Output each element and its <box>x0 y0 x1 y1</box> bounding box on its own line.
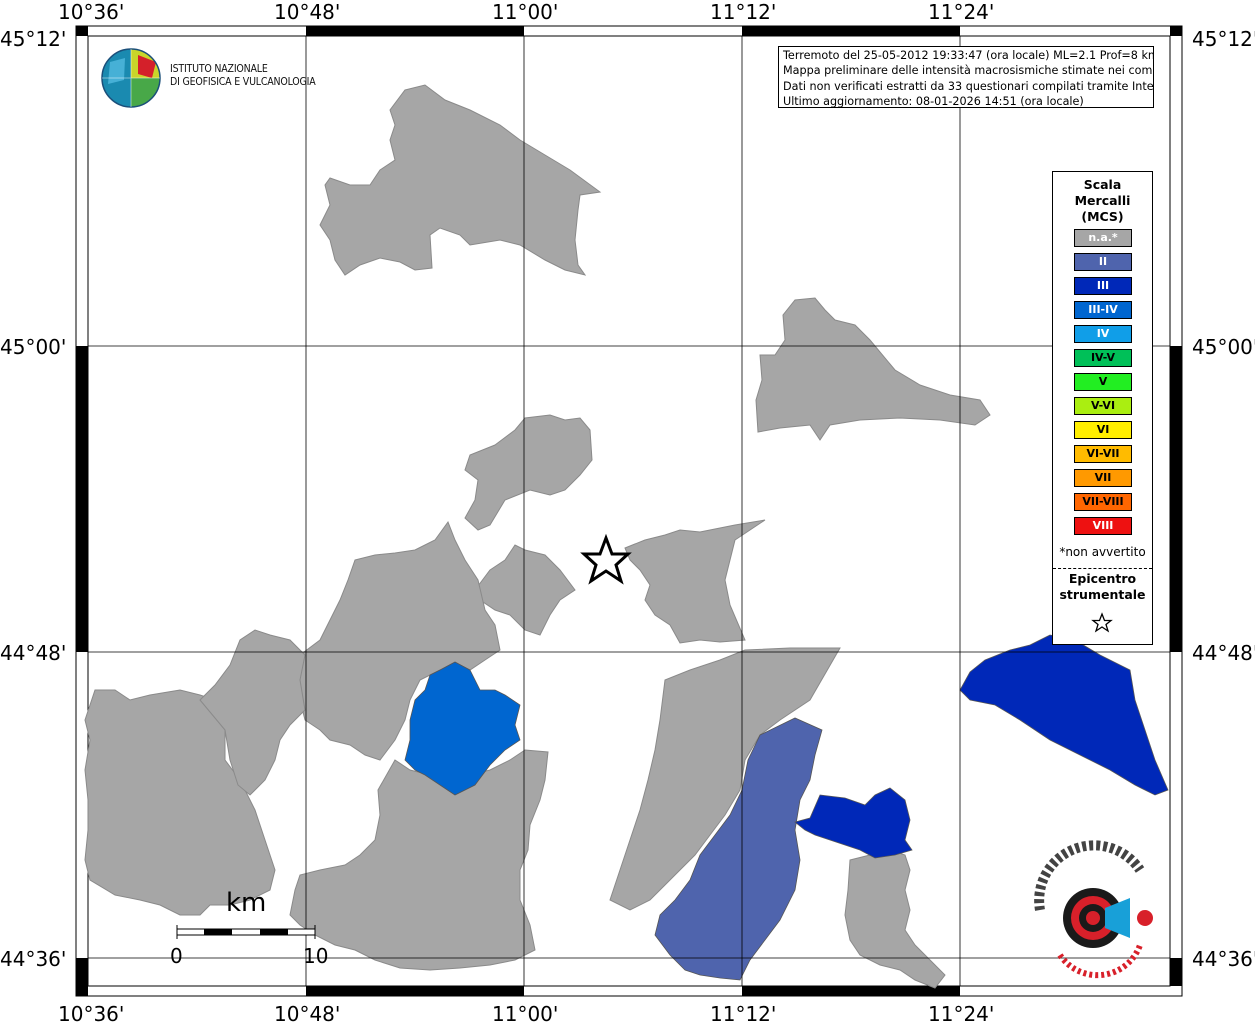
ingv-logo-line-2: DI GEOFISICA E VULCANOLOGIA <box>170 76 316 88</box>
epicenter-star <box>580 533 632 585</box>
municipalities <box>84 84 991 989</box>
event-info-box: Terremoto del 25-05-2012 19:33:47 (ora l… <box>778 46 1154 108</box>
legend-title-line-2: Mercalli <box>1074 193 1131 208</box>
event-info-line-2: Mappa preliminare delle intensità macros… <box>783 64 1154 78</box>
scale-end: 10 <box>303 944 329 968</box>
legend-item: VI <box>1074 421 1132 439</box>
lat-label-4: 44°36' <box>0 947 67 971</box>
legend-item: IV-V <box>1074 349 1132 367</box>
ingv-logo-line-1: ISTITUTO NAZIONALE <box>170 63 268 75</box>
legend-item: V <box>1074 373 1132 391</box>
legend-epicenter-line-1: Epicentro <box>1068 571 1137 586</box>
event-info-line-1: Terremoto del 25-05-2012 19:33:47 (ora l… <box>783 49 1154 62</box>
municipality-northeast <box>755 297 991 441</box>
legend-item: IV <box>1074 325 1132 343</box>
municipality-south-center <box>289 749 549 971</box>
lon-label-3: 11°00' <box>492 0 559 24</box>
area-intensity-III-east <box>959 634 1169 796</box>
lat-label-right-1: 45°12' <box>1192 27 1255 51</box>
ingv-logo-icon <box>101 48 161 108</box>
legend-title-line-1: Scala <box>1083 177 1122 192</box>
legend-note: *non avvertito <box>1059 545 1146 559</box>
lon-label-bottom-1: 10°36' <box>58 1002 125 1026</box>
lon-label-4: 11°12' <box>710 0 777 24</box>
lon-label-5: 11°24' <box>928 0 995 24</box>
legend-item: n.a.* <box>1074 229 1132 247</box>
legend-star-icon <box>1091 612 1113 633</box>
legend-item: V-VI <box>1074 397 1132 415</box>
lon-label-bottom-5: 11°24' <box>928 1002 995 1026</box>
lat-label-2: 45°00' <box>0 335 67 359</box>
legend-item: VIII <box>1074 517 1132 535</box>
scale-unit: km <box>226 888 267 918</box>
legend-item: III <box>1074 277 1132 295</box>
legend-separator <box>1053 568 1152 569</box>
lat-label-3: 44°48' <box>0 641 67 665</box>
lat-label-right-3: 44°48' <box>1192 641 1255 665</box>
legend-item: VII <box>1074 469 1132 487</box>
legend-title: Scala Mercalli (MCS) <box>1053 177 1152 225</box>
lat-label-right-2: 45°00' <box>1192 335 1255 359</box>
municipality-east-center <box>624 519 766 644</box>
area-intensity-III <box>794 787 913 859</box>
lon-label-2: 10°48' <box>274 0 341 24</box>
scale-bar <box>176 925 316 939</box>
legend-item: III-IV <box>1074 301 1132 319</box>
event-info-line-3: Dati non verificati estratti da 33 quest… <box>783 79 1154 93</box>
municipality-center-north <box>464 414 593 531</box>
legend-item: VII-VIII <box>1074 493 1132 511</box>
legend-item: II <box>1074 253 1132 271</box>
lon-label-bottom-4: 11°12' <box>710 1002 777 1026</box>
legend-title-line-3: (MCS) <box>1081 209 1124 224</box>
municipality-north <box>319 84 602 276</box>
scale-start: 0 <box>170 944 183 968</box>
haisentito-logo-icon <box>1034 840 1153 979</box>
legend-epicenter-line-2: strumentale <box>1059 587 1146 602</box>
legend-epicenter-label: Epicentro strumentale <box>1053 571 1152 603</box>
event-info-line-4: Ultimo aggiornamento: 08-01-2026 14:51 (… <box>783 95 1084 108</box>
lon-label-bottom-3: 11°00' <box>492 1002 559 1026</box>
legend-item: VI-VII <box>1074 445 1132 463</box>
lon-label-bottom-2: 10°48' <box>274 1002 341 1026</box>
lat-label-1: 45°12' <box>0 27 67 51</box>
mcs-legend: Scala Mercalli (MCS) n.a.* II III III-IV IV I… <box>1052 171 1153 645</box>
lon-label-1: 10°36' <box>58 0 125 24</box>
municipality-southeast-small <box>844 849 946 989</box>
lat-label-right-4: 44°36' <box>1192 947 1255 971</box>
ingv-logo-text: ISTITUTO NAZIONALE DI GEOFISICA E VULCAN… <box>170 63 316 89</box>
